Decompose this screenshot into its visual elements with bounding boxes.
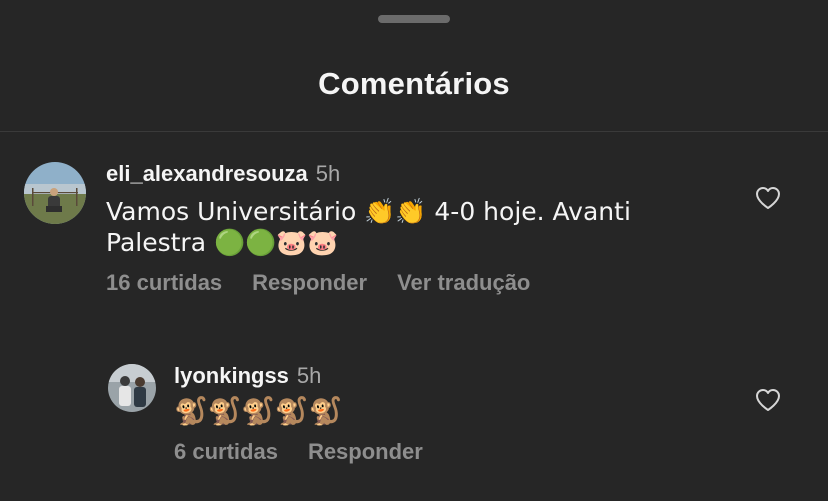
comment-time: 5h [315, 161, 341, 186]
comment-actions: 16 curtidas Responder Ver tradução [106, 270, 736, 296]
comment-header: lyonkingss 5h [174, 362, 754, 390]
comment-text: Vamos Universitário 👏👏 4-0 hoje. Avanti … [106, 197, 631, 257]
comment-body: lyonkingss 5h 🐒🐒🐒🐒🐒 6 curtidas Responder [174, 362, 754, 465]
avatar-photo-icon [24, 162, 86, 224]
see-translation-button[interactable]: Ver tradução [397, 270, 530, 295]
heart-outline-icon[interactable] [755, 388, 781, 412]
sheet-title: Comentários [318, 66, 510, 101]
comment-actions: 6 curtidas Responder [174, 439, 754, 465]
comment-text: 🐒🐒🐒🐒🐒 [174, 396, 343, 427]
header-divider [0, 131, 828, 132]
comment-username[interactable]: eli_alexandresouza [106, 161, 308, 186]
likes-count-button[interactable]: 6 curtidas [174, 439, 278, 464]
avatar[interactable] [108, 364, 156, 412]
drag-handle[interactable] [378, 15, 450, 23]
comment-header: eli_alexandresouza 5h [106, 160, 736, 188]
likes-count-button[interactable]: 16 curtidas [106, 270, 222, 295]
reply-button[interactable]: Responder [252, 270, 367, 295]
comment-time: 5h [296, 363, 322, 388]
avatar-photo-icon [108, 364, 156, 412]
heart-outline-icon[interactable] [755, 186, 781, 210]
comment-body: eli_alexandresouza 5h Vamos Universitário… [106, 160, 736, 296]
comments-sheet: Comentários eli_alexandresouza 5h Vamos U… [0, 0, 828, 501]
avatar[interactable] [24, 162, 86, 224]
reply-button[interactable]: Responder [308, 439, 423, 464]
comment-username[interactable]: lyonkingss [174, 363, 289, 388]
